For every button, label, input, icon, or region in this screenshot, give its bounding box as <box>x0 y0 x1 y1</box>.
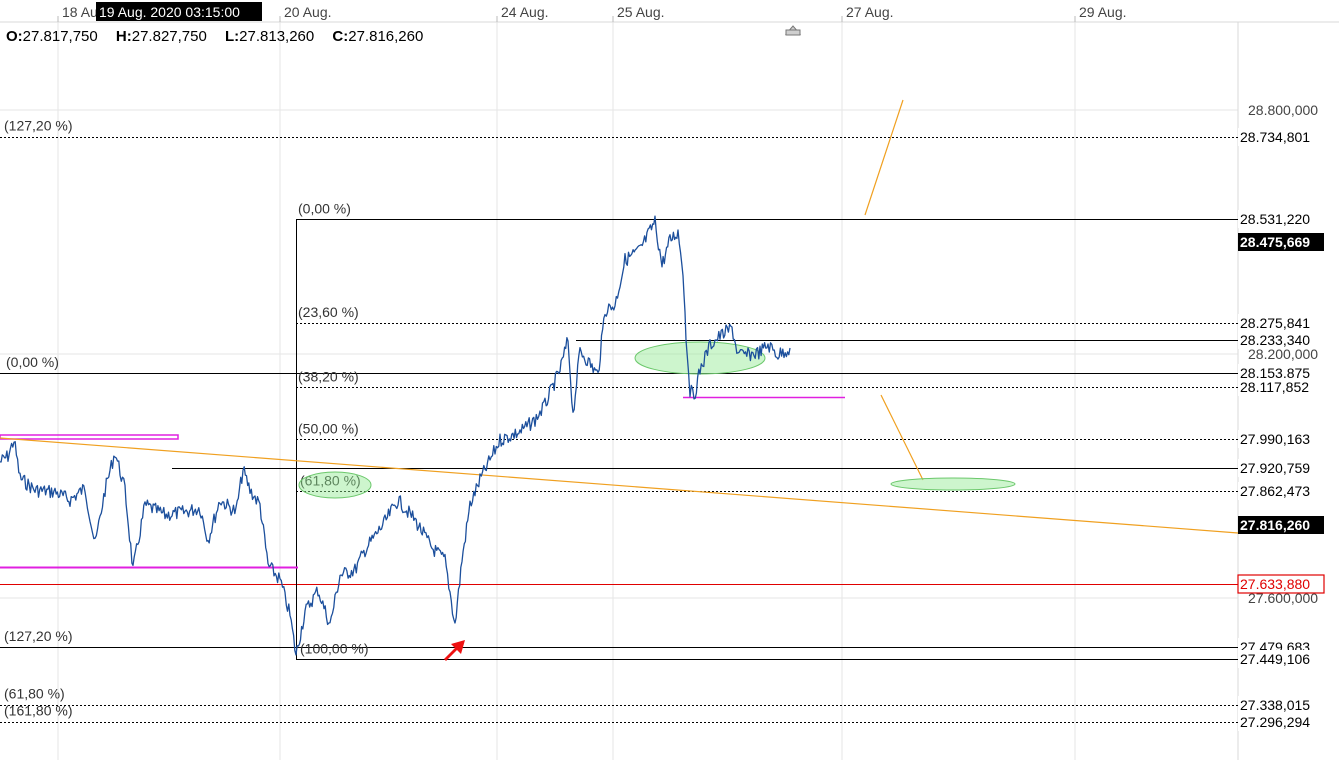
fib-level-label: (0,00 %) <box>298 200 351 216</box>
fib-level-label: (100,00 %) <box>300 640 368 656</box>
low-value: 27.813,260 <box>239 28 315 45</box>
open-value: 27.817,750 <box>22 28 98 45</box>
level-price-tag-label: 27.920,759 <box>1240 460 1310 476</box>
current-price-tag-label: 27.816,260 <box>1240 517 1310 533</box>
high-value: 27.827,750 <box>131 28 207 45</box>
x-tick-label: 25 Aug. <box>617 4 665 20</box>
open-label: O: <box>6 28 23 45</box>
fib-level-label: (38,20 %) <box>298 368 359 384</box>
x-tick-label: 29 Aug. <box>1079 4 1127 20</box>
fib-level-label: (127,20 %) <box>4 118 72 134</box>
fib-level-label: (61,80 %) <box>4 686 65 702</box>
level-price-tag-label: 28.531,220 <box>1240 211 1310 227</box>
price-chart[interactable]: (127,20 %) (0,00 %) (23,60 %) (0,00 %) (38,2… <box>0 0 1339 763</box>
green-zone-ellipse <box>298 471 372 499</box>
level-price-tag-label: 28.275,841 <box>1240 315 1310 331</box>
green-zone-ellipse <box>890 477 1016 491</box>
close-value: 27.816,260 <box>348 28 424 45</box>
chart-background <box>0 0 1339 763</box>
fib-level-label: (50,00 %) <box>298 420 359 436</box>
fib-level-label: (161,80 %) <box>4 703 72 719</box>
low-label: L: <box>225 28 240 45</box>
fib-level-label: (0,00 %) <box>6 354 59 370</box>
level-price-tag-label: 27.990,163 <box>1240 431 1310 447</box>
level-price-tag-label: 27.633,880 <box>1240 576 1310 592</box>
level-price-tag-label: 27.449,106 <box>1240 651 1310 667</box>
ohlc-readout: O:27.817,750 H:27.827,750 L:27.813,260 C… <box>6 28 437 45</box>
scroll-marker-base <box>785 29 801 36</box>
level-price-tag-label: 28.117,852 <box>1240 379 1309 395</box>
close-label: C: <box>332 28 349 45</box>
last-price-tag-label: 28.475,669 <box>1240 234 1310 250</box>
x-tick-label: 20 Aug. <box>284 4 332 20</box>
y-tick-label: 28.800,000 <box>1248 102 1318 118</box>
level-price-tag-label: 28.233,340 <box>1240 332 1310 348</box>
x-tick-label: 24 Aug. <box>501 4 549 20</box>
level-price-tag-label: 27.296,294 <box>1240 714 1310 730</box>
crosshair-time-label: 19 Aug. 2020 03:15:00 <box>99 4 240 20</box>
x-tick-label: 27 Aug. <box>846 4 894 20</box>
level-price-tag-label: 27.338,015 <box>1240 697 1310 713</box>
fib-level-label: (127,20 %) <box>4 628 72 644</box>
level-price-tag-label: 28.734,801 <box>1240 129 1310 145</box>
high-label: H: <box>115 28 132 45</box>
level-price-tag-label: 27.862,473 <box>1240 483 1310 499</box>
fib-level-label: (23,60 %) <box>298 304 359 320</box>
